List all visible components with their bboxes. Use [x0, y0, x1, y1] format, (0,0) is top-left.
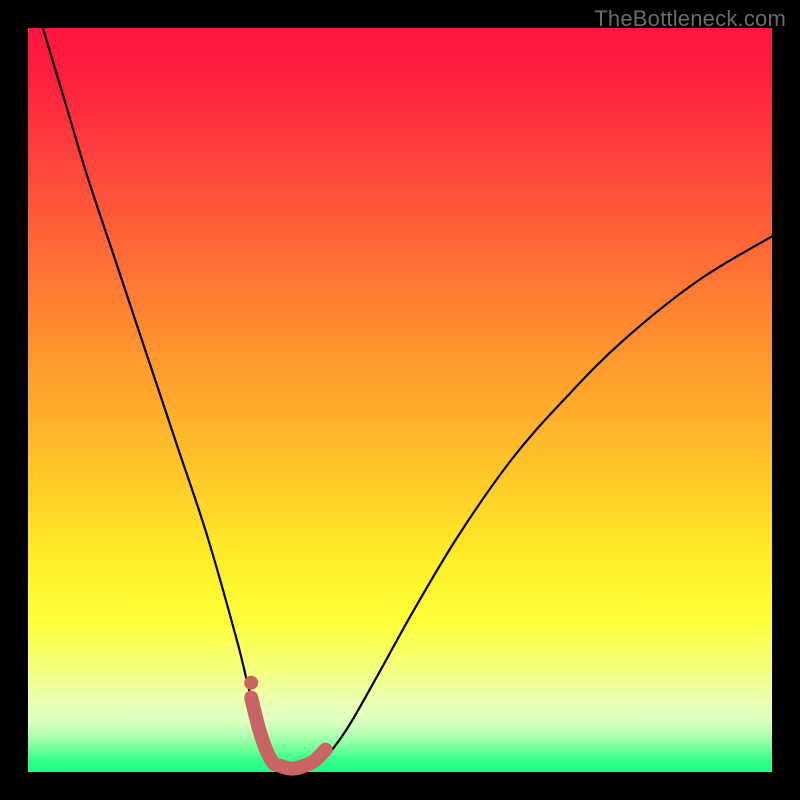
watermark-text: TheBottleneck.com — [594, 6, 786, 32]
highlight-dot — [244, 676, 258, 690]
highlight-segment-path — [251, 698, 325, 769]
highlight-markers — [244, 676, 325, 769]
chart-plot-area — [28, 28, 772, 772]
bottleneck-curve-path — [43, 28, 772, 769]
chart-svg — [28, 28, 772, 772]
